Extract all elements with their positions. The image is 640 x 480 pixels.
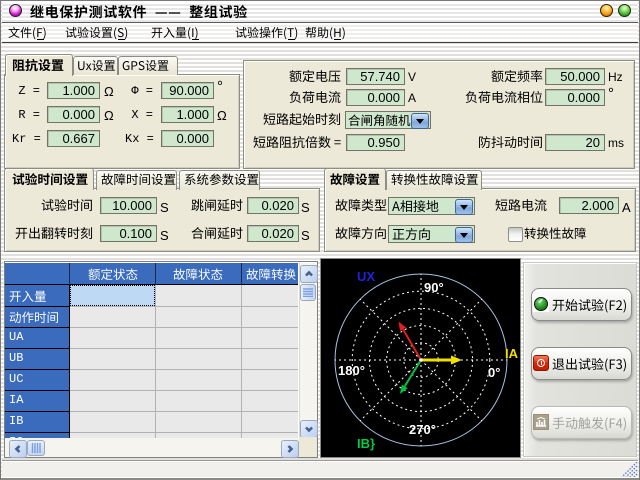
svg-text:270°: 270° — [409, 422, 436, 437]
svg-text:180°: 180° — [338, 363, 365, 378]
svg-text:90°: 90° — [424, 280, 444, 295]
svg-text:IB}: IB} — [357, 436, 375, 451]
svg-text:0°: 0° — [488, 365, 500, 380]
svg-text:UX: UX — [357, 269, 375, 284]
svg-text:IA: IA — [505, 346, 519, 361]
